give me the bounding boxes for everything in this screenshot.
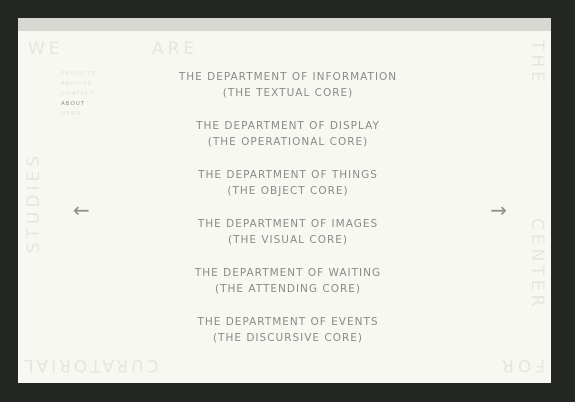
- arrow-left-icon[interactable]: ←: [73, 200, 90, 220]
- department-name: THE DEPARTMENT OF WAITING: [194, 267, 382, 279]
- department-name: THE DEPARTMENT OF IMAGES: [197, 218, 379, 230]
- frame-word-studies: STUDIES: [24, 152, 44, 254]
- department-core: (THE OBJECT CORE): [227, 185, 349, 197]
- frame-word-the: THE: [527, 40, 547, 86]
- frame-word-for: FOR: [498, 355, 545, 375]
- frame-word-are: ARE: [152, 39, 199, 59]
- department-item[interactable]: THE DEPARTMENT OF DISPLAY (THE OPERATION…: [138, 118, 438, 167]
- department-item[interactable]: THE DEPARTMENT OF INFORMATION (THE TEXTU…: [138, 69, 438, 118]
- nav-item-archive[interactable]: ARCHIVE: [61, 79, 96, 89]
- site-nav: PROJECTS ARCHIVE CONTACT ABOUT NEWS: [61, 69, 96, 119]
- browser-window: WE ARE THE CENTER STUDIES CURATORIAL FOR…: [18, 18, 551, 383]
- department-item[interactable]: THE DEPARTMENT OF WAITING (THE ATTENDING…: [138, 265, 438, 314]
- department-core: (THE DISCURSIVE CORE): [212, 332, 364, 344]
- department-list: THE DEPARTMENT OF INFORMATION (THE TEXTU…: [138, 69, 438, 363]
- nav-item-projects[interactable]: PROJECTS: [61, 69, 96, 79]
- department-item[interactable]: THE DEPARTMENT OF IMAGES (THE VISUAL COR…: [138, 216, 438, 265]
- department-name: THE DEPARTMENT OF INFORMATION: [178, 71, 398, 83]
- nav-item-about[interactable]: ABOUT: [61, 99, 96, 109]
- department-core: (THE VISUAL CORE): [227, 234, 348, 246]
- department-name: THE DEPARTMENT OF THINGS: [198, 169, 378, 181]
- nav-item-contact[interactable]: CONTACT: [61, 89, 96, 99]
- department-name: THE DEPARTMENT OF EVENTS: [197, 316, 379, 328]
- department-core: (THE OPERATIONAL CORE): [207, 136, 369, 148]
- frame-word-we: WE: [28, 39, 64, 59]
- top-bar: [18, 18, 551, 31]
- arrow-right-icon[interactable]: →: [490, 200, 507, 220]
- department-core: (THE ATTENDING CORE): [214, 283, 361, 295]
- department-item[interactable]: THE DEPARTMENT OF THINGS (THE OBJECT COR…: [138, 167, 438, 216]
- department-item[interactable]: THE DEPARTMENT OF EVENTS (THE DISCURSIVE…: [138, 314, 438, 363]
- department-core: (THE TEXTUAL CORE): [222, 87, 354, 99]
- frame-word-center: CENTER: [527, 218, 547, 311]
- nav-item-news[interactable]: NEWS: [61, 109, 96, 119]
- department-name: THE DEPARTMENT OF DISPLAY: [196, 120, 380, 132]
